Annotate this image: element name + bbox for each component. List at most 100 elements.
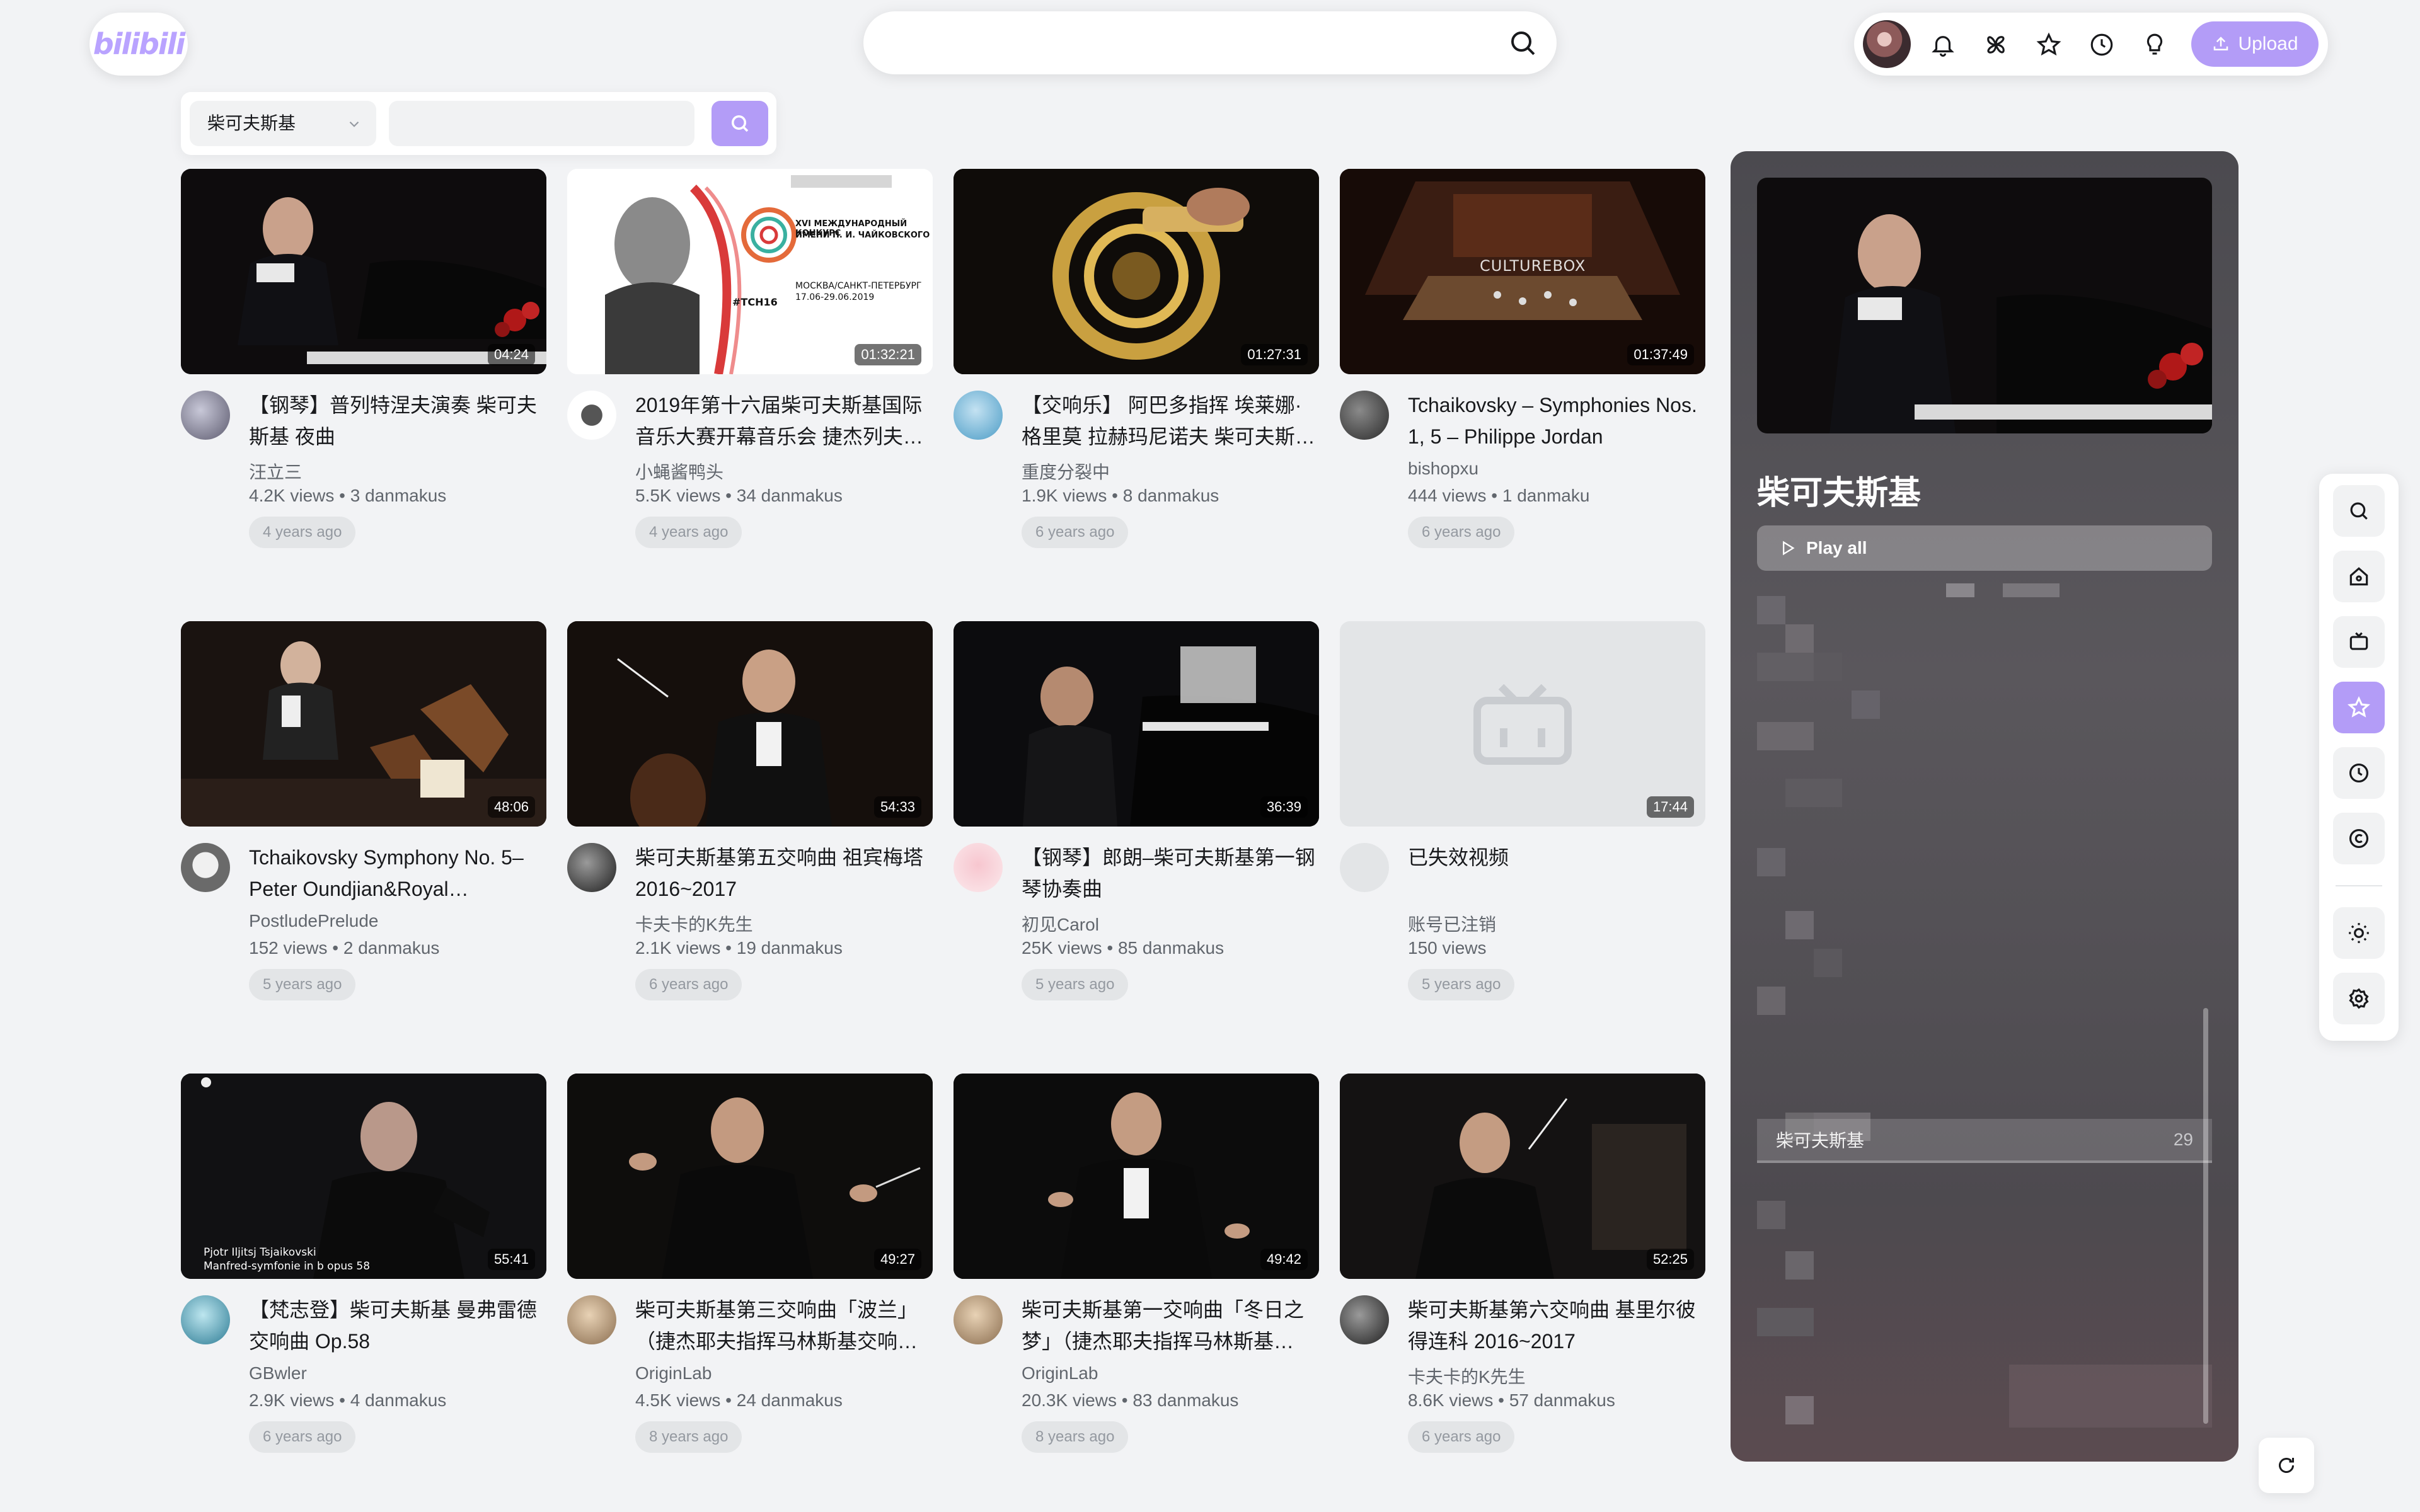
video-card[interactable]: 17:44 已失效视频 账号已注销 150 views 5 years ago	[1340, 621, 1705, 1031]
dock-copyright-button[interactable]	[2333, 813, 2385, 864]
pixelated-background	[1757, 583, 2212, 1428]
uploader-avatar[interactable]	[567, 843, 616, 892]
video-title[interactable]: Tchaikovsky Symphony No. 5–Peter Oundjia…	[249, 842, 546, 905]
overlay-work: Manfred-symfonie in b opus 58	[204, 1260, 371, 1273]
video-title[interactable]: 柴可夫斯基第一交响曲「冬日之梦」（捷杰耶夫指挥马林斯基…	[1022, 1294, 1319, 1357]
video-title[interactable]: Tchaikovsky – Symphonies Nos. 1, 5 – Phi…	[1408, 389, 1705, 452]
uploader-name[interactable]: OriginLab	[635, 1363, 712, 1383]
uploader-avatar[interactable]	[181, 1295, 230, 1344]
user-avatar[interactable]	[1863, 20, 1911, 68]
uploader-avatar[interactable]	[181, 843, 230, 892]
uploader-name[interactable]: OriginLab	[1022, 1363, 1098, 1383]
dock-favorites-button[interactable]	[2333, 682, 2385, 733]
dock-tv-button[interactable]	[2333, 616, 2385, 668]
video-thumbnail[interactable]: 48:06	[181, 621, 546, 827]
video-card[interactable]: CULTUREBOX 01:37:49 Tchaikovsky – Sympho…	[1340, 169, 1705, 578]
folder-list-item[interactable]: 柴可夫斯基 29	[1757, 1119, 2212, 1163]
uploader-avatar[interactable]	[954, 1295, 1003, 1344]
video-card[interactable]: 04:24 【钢琴】普列特涅夫演奏 柴可夫斯基 夜曲 汪立三 4.2K view…	[181, 169, 546, 578]
video-thumbnail[interactable]: 54:33	[567, 621, 933, 827]
uploader-avatar[interactable]	[954, 391, 1003, 440]
folder-title: 柴可夫斯基	[1757, 475, 1922, 512]
uploader-name[interactable]: 小蝇酱鸭头	[635, 459, 723, 484]
uploader-name[interactable]: 汪立三	[249, 459, 302, 484]
refresh-button[interactable]	[2259, 1438, 2314, 1493]
video-title[interactable]: 【梵志登】柴可夫斯基 曼弗雷德交响曲 Op.58	[249, 1294, 546, 1357]
video-title[interactable]: 柴可夫斯基第六交响曲 基里尔彼得连科 2016~2017	[1408, 1294, 1705, 1357]
video-card[interactable]: 48:06 Tchaikovsky Symphony No. 5–Peter O…	[181, 621, 546, 1031]
video-title[interactable]: 【交响乐】 阿巴多指挥 埃莱娜·格里莫 拉赫玛尼诺夫 柴可夫斯…	[1022, 389, 1319, 452]
uploader-avatar[interactable]	[954, 843, 1003, 892]
video-card[interactable]: 49:42 柴可夫斯基第一交响曲「冬日之梦」（捷杰耶夫指挥马林斯基… Origi…	[954, 1074, 1319, 1483]
uploader-name[interactable]: 卡夫卡的K先生	[635, 911, 753, 936]
dock-search-button[interactable]	[2333, 485, 2385, 537]
video-card[interactable]: 49:27 柴可夫斯基第三交响曲「波兰」（捷杰耶夫指挥马林斯基交响… Origi…	[567, 1074, 933, 1483]
uploader-name[interactable]: PostludePrelude	[249, 911, 378, 931]
clock-icon[interactable]	[2089, 32, 2115, 58]
top-nav-bar: Upload	[1854, 13, 2328, 76]
chevron-down-icon	[349, 121, 359, 127]
uploader-avatar[interactable]	[181, 391, 230, 440]
video-title[interactable]: 柴可夫斯基第三交响曲「波兰」（捷杰耶夫指挥马林斯基交响…	[635, 1294, 933, 1357]
video-stats: 150 views	[1408, 938, 1487, 958]
clock-icon	[2349, 763, 2369, 783]
upload-button[interactable]: Upload	[2191, 21, 2319, 67]
uploader-name[interactable]: bishopxu	[1408, 459, 1478, 479]
dock-settings-button[interactable]	[2333, 973, 2385, 1024]
uploader-avatar[interactable]	[567, 391, 616, 440]
video-card[interactable]: Pjotr Iljitsj Tsjaikovski Manfred-symfon…	[181, 1074, 546, 1483]
search-icon[interactable]	[1507, 28, 1538, 58]
dock-home-button[interactable]	[2333, 551, 2385, 602]
video-stats: 20.3K views • 83 danmakus	[1022, 1390, 1239, 1410]
tv-icon	[2349, 632, 2368, 650]
video-thumbnail[interactable]: 17:44	[1340, 621, 1705, 827]
video-thumbnail[interactable]: Pjotr Iljitsj Tsjaikovski Manfred-symfon…	[181, 1074, 546, 1279]
video-stats: 1.9K views • 8 danmakus	[1022, 486, 1219, 505]
dock-theme-button[interactable]	[2333, 907, 2385, 959]
panel-scrollbar[interactable]	[2203, 1008, 2208, 1424]
video-card[interactable]: 52:25 柴可夫斯基第六交响曲 基里尔彼得连科 2016~2017 卡夫卡的K…	[1340, 1074, 1705, 1483]
video-thumbnail[interactable]: CULTUREBOX 01:37:49	[1340, 169, 1705, 374]
dock-history-button[interactable]	[2333, 747, 2385, 799]
filter-input[interactable]	[389, 101, 694, 146]
c-circle-icon	[2349, 828, 2369, 849]
video-title[interactable]: 【钢琴】普列特涅夫演奏 柴可夫斯基 夜曲	[249, 389, 546, 452]
video-thumbnail[interactable]: 36:39	[954, 621, 1319, 827]
filter-search-button[interactable]	[712, 101, 768, 146]
video-thumbnail[interactable]: 04:24	[181, 169, 546, 374]
video-card[interactable]: 01:27:31 【交响乐】 阿巴多指挥 埃莱娜·格里莫 拉赫玛尼诺夫 柴可夫斯…	[954, 169, 1319, 578]
uploader-name[interactable]: 重度分裂中	[1022, 459, 1110, 484]
poster-text-line2: ИМЕНИ П. И. ЧАЙКОВСКОГО	[795, 231, 930, 240]
video-card[interactable]: 54:33 柴可夫斯基第五交响曲 祖宾梅塔 2016~2017 卡夫卡的K先生 …	[567, 621, 933, 1031]
main-search-input[interactable]	[889, 24, 1481, 62]
uploader-avatar[interactable]	[1340, 391, 1389, 440]
video-card[interactable]: XVI МЕЖДУНАРОДНЫЙ КОНКУРС ИМЕНИ П. И. ЧА…	[567, 169, 933, 578]
pinwheel-icon[interactable]	[1983, 32, 2009, 58]
video-thumbnail[interactable]: 52:25	[1340, 1074, 1705, 1279]
uploader-avatar[interactable]	[1340, 843, 1389, 892]
bilibili-logo[interactable]: bilibili	[89, 13, 188, 76]
play-all-button[interactable]: Play all	[1757, 525, 2212, 571]
lightbulb-icon[interactable]	[2141, 32, 2168, 58]
video-title[interactable]: 已失效视频	[1408, 842, 1705, 873]
folder-select[interactable]: 柴可夫斯基	[190, 101, 376, 146]
video-title[interactable]: 柴可夫斯基第五交响曲 祖宾梅塔 2016~2017	[635, 842, 933, 905]
video-title[interactable]: 【钢琴】郎朗–柴可夫斯基第一钢琴协奏曲	[1022, 842, 1319, 905]
page-scrollbar[interactable]	[2411, 0, 2420, 1512]
uploader-name[interactable]: 初见Carol	[1022, 911, 1099, 936]
folder-cover[interactable]	[1757, 178, 2212, 433]
video-title[interactable]: 2019年第十六届柴可夫斯基国际音乐大赛开幕音乐会 捷杰列夫…	[635, 389, 933, 452]
uploader-name[interactable]: 卡夫卡的K先生	[1408, 1363, 1526, 1389]
uploader-avatar[interactable]	[1340, 1295, 1389, 1344]
video-thumbnail[interactable]: 01:27:31	[954, 169, 1319, 374]
video-thumbnail[interactable]: 49:42	[954, 1074, 1319, 1279]
video-age: 6 years ago	[1408, 1421, 1515, 1453]
uploader-avatar[interactable]	[567, 1295, 616, 1344]
uploader-name[interactable]: 账号已注销	[1408, 911, 1496, 936]
star-icon[interactable]	[2036, 32, 2062, 58]
video-thumbnail[interactable]: 49:27	[567, 1074, 933, 1279]
bell-icon[interactable]	[1930, 32, 1956, 58]
video-thumbnail[interactable]: XVI МЕЖДУНАРОДНЫЙ КОНКУРС ИМЕНИ П. И. ЧА…	[567, 169, 933, 374]
video-card[interactable]: 36:39 【钢琴】郎朗–柴可夫斯基第一钢琴协奏曲 初见Carol 25K vi…	[954, 621, 1319, 1031]
uploader-name[interactable]: GBwler	[249, 1363, 307, 1383]
